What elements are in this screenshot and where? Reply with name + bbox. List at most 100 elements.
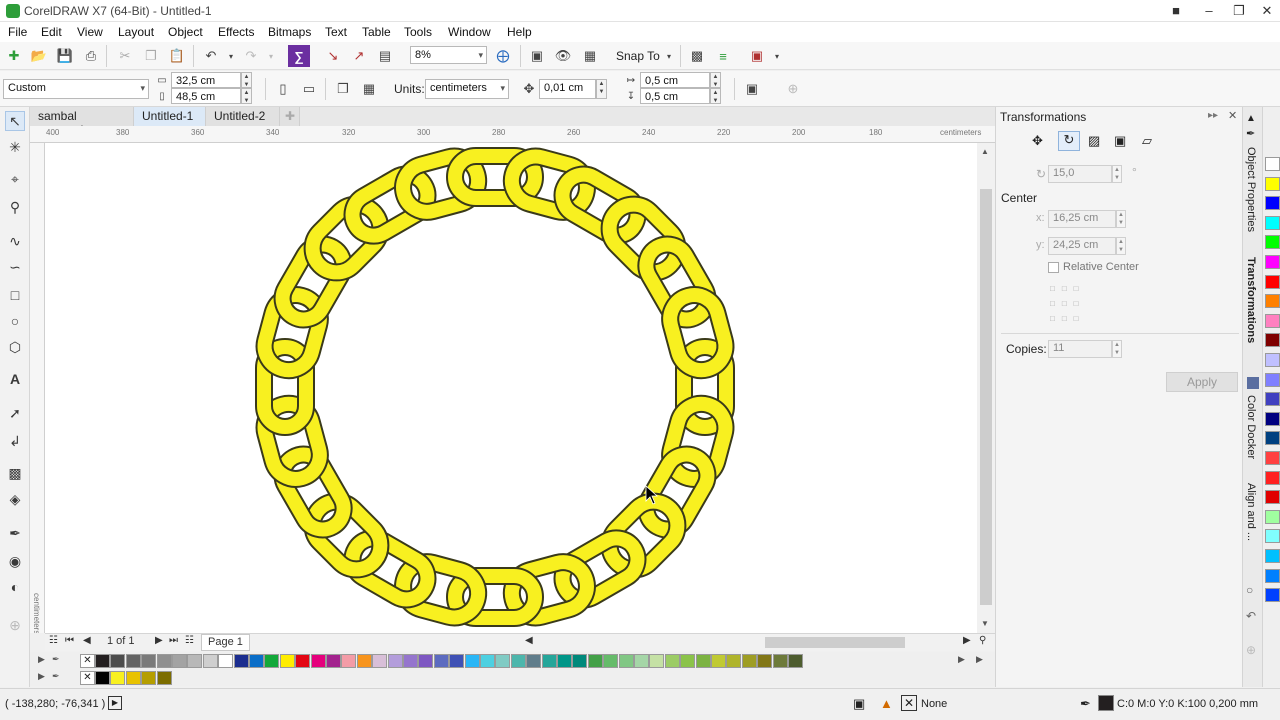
next-page-icon[interactable]: ▶ (155, 635, 163, 646)
center-x-spinner[interactable]: ▲ ▼ (1116, 210, 1126, 228)
rotate-transform-icon[interactable]: ↻ (1058, 131, 1080, 151)
menu-object[interactable]: Object (168, 25, 203, 39)
duplicate-y-input[interactable]: 0,5 cm (640, 88, 710, 104)
paste-icon[interactable]: 📋 (166, 45, 188, 67)
text-tool-icon[interactable]: A (5, 369, 25, 389)
docker-tab-align[interactable]: Align and ... (1245, 483, 1257, 541)
rotation-angle-input[interactable]: 15,0 (1048, 165, 1112, 183)
color-swatch[interactable] (510, 654, 526, 668)
snap-to-dropdown-icon[interactable]: ▾ (658, 45, 680, 67)
color-swatch[interactable] (1265, 509, 1280, 524)
color-swatch[interactable] (433, 654, 449, 668)
docker-undo-icon[interactable]: ↶ (1246, 609, 1256, 623)
color-swatch[interactable] (1265, 451, 1280, 465)
color-swatch[interactable] (480, 654, 495, 668)
crop-tool-icon[interactable]: ⌖ (5, 169, 25, 189)
color-swatch[interactable] (1265, 294, 1280, 309)
redo-dropdown-icon[interactable]: ▾ (260, 45, 282, 67)
previous-page-icon[interactable]: ◀ (83, 635, 91, 646)
new-tab-icon[interactable]: ✚ (280, 107, 300, 126)
color-swatch[interactable] (295, 654, 311, 668)
ellipse-tool-icon[interactable]: ○ (5, 311, 25, 331)
page-height-spinner[interactable]: ▲ ▼ (241, 88, 252, 104)
apply-button[interactable]: Apply (1166, 372, 1238, 392)
color-swatch[interactable] (757, 654, 773, 668)
color-swatch[interactable] (618, 654, 634, 668)
page-size-select[interactable]: Custom ▾ (3, 79, 149, 99)
publish-pdf-icon[interactable]: ▤ (374, 45, 396, 67)
color-swatch[interactable] (680, 654, 696, 668)
color-swatch[interactable] (1265, 490, 1280, 505)
docker-tab-object-properties[interactable]: Object Properties (1245, 147, 1257, 232)
options-icon[interactable]: ▣ (741, 78, 763, 100)
connector-tool-icon[interactable]: ↲ (5, 431, 25, 451)
export-icon[interactable]: ↗ (348, 45, 370, 67)
color-swatch[interactable] (403, 654, 418, 668)
transparency-tool-icon[interactable]: ◈ (5, 489, 25, 509)
color-swatch[interactable] (741, 654, 757, 668)
color-swatch[interactable] (279, 654, 295, 668)
drop-shadow-icon[interactable]: ▩ (5, 463, 25, 483)
cut-icon[interactable]: ✂ (114, 45, 136, 67)
parallel-dimension-icon[interactable]: ➚ (5, 403, 25, 423)
fill-bucket-icon[interactable]: ▲ (880, 696, 893, 711)
color-swatch[interactable] (172, 654, 187, 668)
center-y-spinner[interactable]: ▲ ▼ (1116, 237, 1126, 255)
color-swatch[interactable] (587, 654, 603, 668)
tab-untitled-1[interactable]: Untitled-1 (134, 107, 206, 126)
menu-layout[interactable]: Layout (118, 25, 154, 39)
color-swatch[interactable] (310, 654, 326, 668)
doc-color-swatch[interactable] (125, 671, 141, 685)
play-icon[interactable]: ▶ (108, 696, 122, 710)
color-swatch[interactable] (1265, 372, 1280, 387)
color-swatch[interactable] (1265, 470, 1280, 485)
docker-pin-icon[interactable]: ✒ (1246, 127, 1255, 140)
polygon-tool-icon[interactable]: ⬡ (5, 337, 25, 357)
docker-tab-transformations[interactable]: Transformations (1245, 257, 1257, 343)
color-swatch[interactable] (387, 654, 403, 668)
color-swatch[interactable] (1265, 274, 1280, 289)
menu-edit[interactable]: Edit (41, 25, 62, 39)
position-transform-icon[interactable]: ✥ (1032, 133, 1043, 149)
add-page-after-icon[interactable]: ☷ (185, 635, 194, 646)
vertical-scrollbar[interactable]: ▲ ▼ (977, 143, 995, 633)
color-swatch[interactable] (557, 654, 572, 668)
color-swatch[interactable] (1265, 353, 1280, 367)
color-swatch[interactable] (649, 654, 665, 668)
anchor-grid[interactable]: □□□ □□□ □□□ (1050, 281, 1090, 323)
horizontal-ruler[interactable]: 400 380 360 340 320 300 280 260 240 220 … (30, 126, 995, 143)
search-content-icon[interactable]: ∑ (288, 45, 310, 67)
outline-color-swatch[interactable] (1098, 695, 1114, 711)
page-width-spinner[interactable]: ▲ ▼ (241, 72, 252, 88)
docker-circle-icon[interactable]: ○ (1246, 583, 1253, 597)
color-swatch[interactable] (711, 654, 726, 668)
center-x-input[interactable]: 16,25 cm (1048, 210, 1116, 228)
color-swatch[interactable] (1265, 333, 1280, 348)
scroll-down-icon[interactable]: ▼ (981, 619, 989, 628)
skew-transform-icon[interactable]: ▱ (1142, 133, 1152, 149)
menu-effects[interactable]: Effects (218, 25, 254, 39)
zoom-full-page-icon[interactable]: ⨁ (492, 45, 514, 67)
undo-dropdown-icon[interactable]: ▾ (220, 45, 242, 67)
color-swatch[interactable] (218, 654, 234, 668)
outline-pen-icon[interactable]: ✒ (1080, 696, 1091, 712)
color-swatch[interactable] (1265, 411, 1280, 426)
doc-color-swatch[interactable] (110, 671, 126, 685)
zoom-level-select[interactable]: 8% ▾ (410, 46, 487, 64)
quick-customize-icon[interactable]: ⊕ (782, 78, 804, 100)
color-swatch[interactable] (1265, 431, 1280, 446)
minimize-button[interactable]: – (1194, 0, 1224, 22)
portrait-icon[interactable]: ▯ (272, 78, 294, 100)
scroll-left-icon[interactable]: ◀ (525, 635, 533, 646)
close-button[interactable]: ✕ (1252, 0, 1280, 22)
color-swatch[interactable] (1265, 235, 1280, 250)
tab-untitled-2[interactable]: Untitled-2 (206, 107, 280, 126)
color-swatch[interactable] (187, 654, 203, 668)
full-screen-preview-icon[interactable]: ▣ (526, 45, 548, 67)
copies-input[interactable]: 11 (1048, 340, 1112, 358)
welcome-screen-icon[interactable]: ▩ (686, 45, 708, 67)
menu-window[interactable]: Window (448, 25, 491, 39)
nudge-spinner[interactable]: ▲ ▼ (596, 79, 607, 99)
units-select[interactable]: centimeters ▾ (425, 79, 509, 99)
color-swatch[interactable] (603, 654, 619, 668)
